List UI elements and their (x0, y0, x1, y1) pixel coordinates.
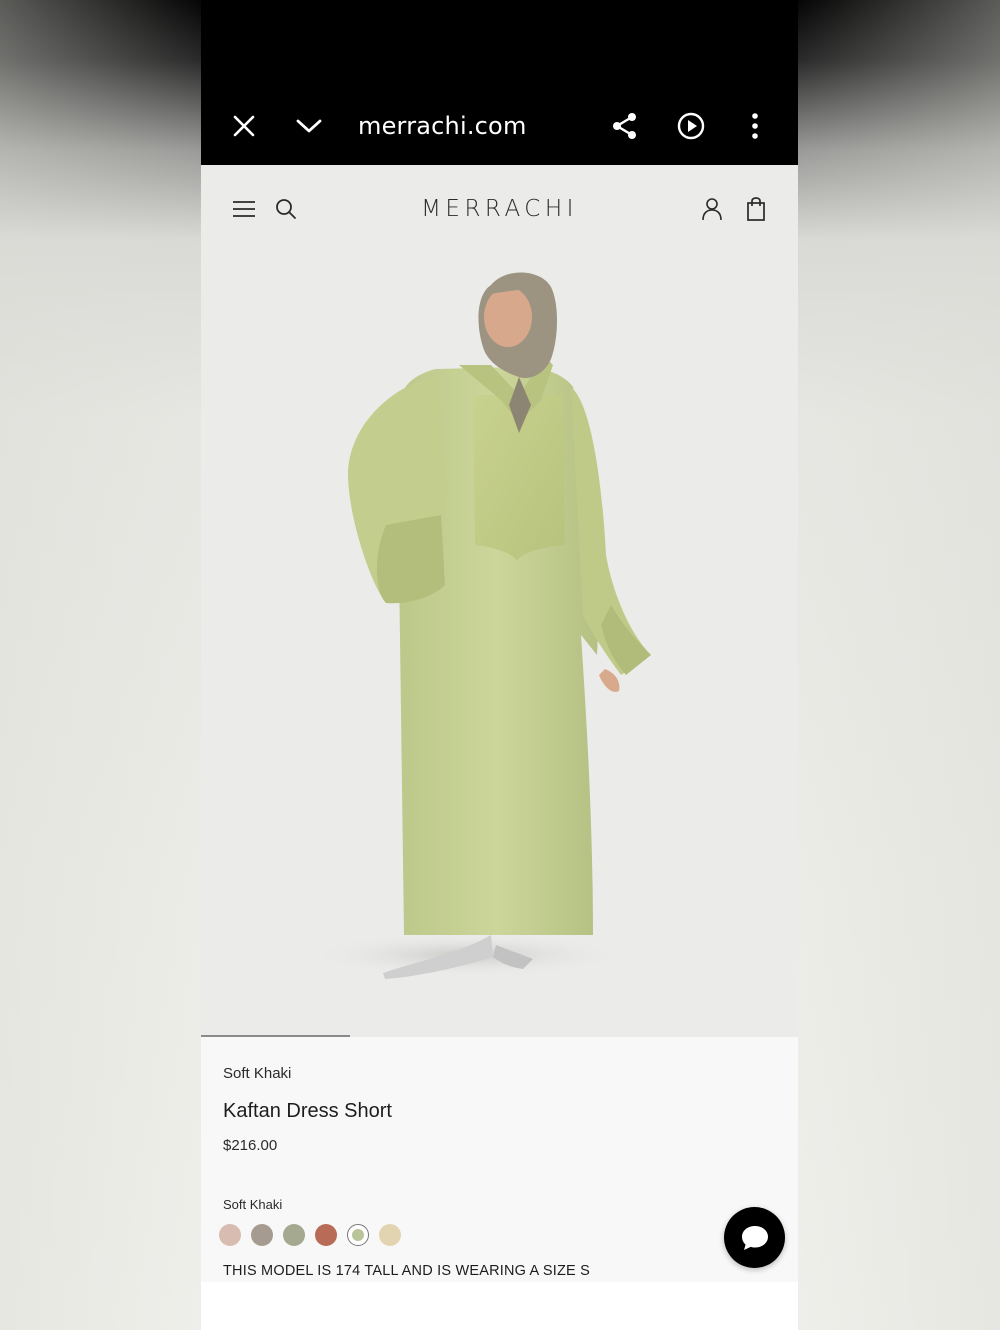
chat-button[interactable] (724, 1207, 785, 1268)
selected-color-label: Soft Khaki (223, 1197, 283, 1212)
product-info: Soft Khaki Kaftan Dress Short $216.00 So… (201, 1037, 798, 1282)
bottom-area (201, 1282, 798, 1330)
swatch-sage[interactable] (283, 1224, 305, 1246)
play-icon[interactable] (675, 110, 707, 142)
product-color-name: Soft Khaki (223, 1065, 292, 1082)
background-blur-right (799, 0, 1000, 1330)
product-image[interactable] (201, 255, 798, 1037)
account-icon[interactable] (698, 195, 726, 223)
phone-screen: merrachi.com MERRACHI Soft Khaki Kaftan … (201, 0, 798, 1330)
browser-chrome: merrachi.com (201, 0, 798, 165)
chat-icon (741, 1225, 768, 1250)
site-header: MERRACHI (201, 165, 798, 255)
swatch-blush[interactable] (219, 1224, 241, 1246)
swatch-soft-khaki[interactable] (347, 1224, 369, 1246)
product-title: Kaftan Dress Short (223, 1100, 392, 1122)
site-content: MERRACHI (201, 165, 798, 1037)
color-swatches (219, 1224, 401, 1246)
swatch-terracotta[interactable] (315, 1224, 337, 1246)
browser-toolbar: merrachi.com (201, 88, 798, 164)
close-icon[interactable] (228, 110, 260, 142)
url-text[interactable]: merrachi.com (358, 112, 527, 140)
swatch-sand[interactable] (379, 1224, 401, 1246)
product-price: $216.00 (223, 1137, 278, 1154)
swatch-selected-dot (352, 1229, 364, 1241)
share-icon[interactable] (609, 110, 641, 142)
bag-icon[interactable] (742, 195, 770, 223)
background-blur-left (0, 0, 201, 1330)
chevron-down-icon[interactable] (293, 110, 325, 142)
more-vertical-icon[interactable] (739, 110, 771, 142)
model-size-note: THIS MODEL IS 174 TALL AND IS WEARING A … (223, 1263, 590, 1279)
swatch-taupe[interactable] (251, 1224, 273, 1246)
